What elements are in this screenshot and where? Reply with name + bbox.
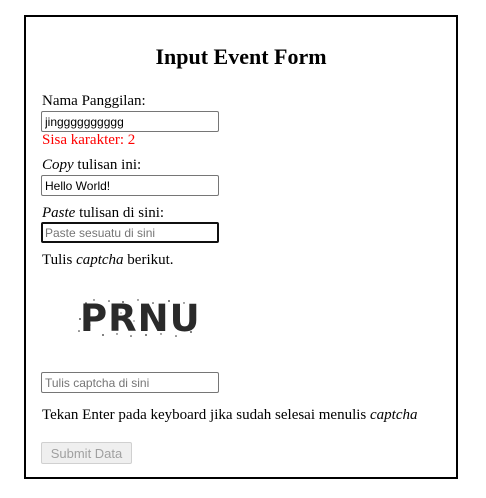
copy-label-text: tulisan ini:	[73, 157, 142, 173]
captcha-text: PRNU	[80, 297, 198, 340]
copy-label: Copy tulisan ini:	[42, 157, 141, 174]
submit-data-button[interactable]: Submit Data	[41, 442, 132, 464]
form-title: Input Event Form	[155, 44, 327, 69]
nickname-label: Nama Panggilan:	[42, 93, 146, 109]
captcha-instruction-emphasis: captcha	[370, 407, 418, 423]
captcha-label-pre: Tulis	[42, 252, 77, 268]
captcha-label-emphasis: captcha	[76, 252, 124, 268]
captcha-label: Tulis captcha berikut.	[42, 252, 174, 269]
captcha-input[interactable]	[41, 372, 219, 393]
copy-source-input[interactable]	[41, 175, 219, 196]
nickname-input[interactable]	[41, 111, 219, 132]
captcha-label-post: berikut.	[123, 252, 174, 268]
input-event-form: Input Event Form Nama Panggilan: Sisa ka…	[24, 15, 458, 479]
remaining-characters-counter: Sisa karakter: 2	[42, 132, 136, 148]
paste-label-emphasis: Paste	[42, 205, 76, 221]
paste-target-input[interactable]	[41, 222, 219, 243]
captcha-instruction-text: Tekan Enter pada keyboard jika sudah sel…	[42, 407, 371, 423]
copy-label-emphasis: Copy	[42, 157, 74, 173]
captcha-instruction: Tekan Enter pada keyboard jika sudah sel…	[42, 407, 418, 424]
captcha-image: PRNU	[78, 297, 198, 340]
paste-label-text: tulisan di sini:	[75, 205, 165, 221]
paste-label: Paste tulisan di sini:	[42, 205, 164, 222]
